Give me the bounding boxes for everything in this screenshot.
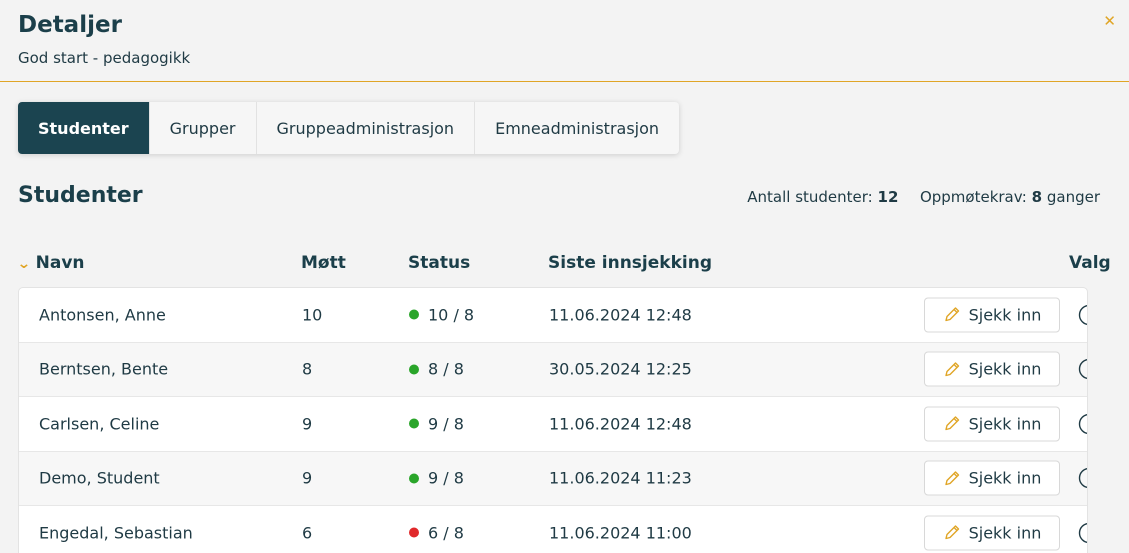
student-name: Berntsen, Bente bbox=[39, 359, 169, 379]
check-in-button[interactable]: Sjekk inn bbox=[924, 515, 1060, 551]
attended-count: 8 bbox=[302, 359, 313, 379]
column-name-label: Navn bbox=[35, 253, 85, 273]
check-in-label: Sjekk inn bbox=[968, 523, 1042, 543]
attended-count: 10 bbox=[302, 305, 323, 325]
status-cell: 6 / 8 bbox=[409, 523, 464, 542]
page-title: Detaljer bbox=[18, 12, 122, 38]
attended-count: 9 bbox=[302, 468, 313, 488]
check-in-label: Sjekk inn bbox=[968, 359, 1042, 379]
status-dot bbox=[409, 473, 419, 484]
tab-gruppeadministrasjon[interactable]: Gruppeadministrasjon bbox=[257, 102, 476, 154]
check-in-button[interactable]: Sjekk inn bbox=[924, 406, 1060, 442]
check-in-button[interactable]: Sjekk inn bbox=[924, 297, 1060, 333]
status-cell: 8 / 8 bbox=[409, 360, 464, 379]
attended-count: 6 bbox=[302, 523, 313, 543]
last-checkin: 11.06.2024 12:48 bbox=[549, 305, 692, 325]
table-row: Engedal, Sebastian 6 6 / 8 11.06.2024 11… bbox=[19, 506, 1087, 553]
info-icon[interactable] bbox=[1078, 413, 1088, 435]
student-name: Demo, Student bbox=[39, 468, 160, 488]
status-text: 6 / 8 bbox=[428, 523, 464, 543]
student-counts: Antall studenter: 12 Oppmøtekrav: 8 gang… bbox=[747, 188, 1100, 206]
requirement-value: 8 bbox=[1031, 188, 1043, 206]
requirement-label: Oppmøtekrav: bbox=[919, 188, 1027, 206]
status-text: 9 / 8 bbox=[428, 468, 464, 488]
check-in-label: Sjekk inn bbox=[968, 414, 1042, 434]
status-text: 10 / 8 bbox=[428, 305, 475, 325]
status-cell: 10 / 8 bbox=[409, 305, 474, 324]
info-icon[interactable] bbox=[1078, 467, 1088, 489]
pencil-icon bbox=[944, 362, 959, 376]
pencil-icon bbox=[944, 416, 959, 431]
tab-emneadministrasjon[interactable]: Emneadministrasjon bbox=[475, 102, 679, 154]
status-dot bbox=[409, 364, 419, 375]
table-row: Antonsen, Anne 10 10 / 8 11.06.2024 12:4… bbox=[19, 288, 1087, 343]
pencil-icon bbox=[944, 525, 959, 540]
section-title: Studenter bbox=[18, 183, 143, 208]
tab-studenter[interactable]: Studenter bbox=[18, 102, 150, 154]
status-dot bbox=[409, 527, 419, 538]
tab-bar: Studenter Grupper Gruppeadministrasjon E… bbox=[18, 102, 680, 154]
student-name: Engedal, Sebastian bbox=[39, 523, 193, 543]
check-in-label: Sjekk inn bbox=[968, 468, 1042, 488]
count-value: 12 bbox=[877, 188, 899, 206]
status-text: 9 / 8 bbox=[428, 414, 464, 434]
check-in-button[interactable]: Sjekk inn bbox=[924, 460, 1060, 496]
pencil-icon bbox=[944, 471, 959, 485]
info-icon[interactable] bbox=[1078, 304, 1088, 326]
status-text: 8 / 8 bbox=[428, 359, 464, 379]
chevron-down-icon: ⌄ bbox=[16, 256, 31, 272]
page-subtitle: God start - pedagogikk bbox=[18, 49, 191, 67]
check-in-label: Sjekk inn bbox=[968, 305, 1042, 325]
tab-grupper[interactable]: Grupper bbox=[150, 102, 257, 154]
requirement-unit: ganger bbox=[1046, 188, 1100, 206]
table-row: Berntsen, Bente 8 8 / 8 30.05.2024 12:25… bbox=[19, 342, 1088, 397]
check-in-button[interactable]: Sjekk inn bbox=[924, 351, 1060, 387]
last-checkin: 11.06.2024 12:48 bbox=[549, 414, 692, 434]
status-dot bbox=[409, 418, 419, 429]
student-table: Antonsen, Anne 10 10 / 8 11.06.2024 12:4… bbox=[18, 287, 1088, 553]
column-status: Status bbox=[408, 253, 471, 273]
status-cell: 9 / 8 bbox=[409, 469, 464, 488]
close-icon[interactable]: ✕ bbox=[1103, 14, 1116, 29]
count-label: Antall studenter: bbox=[747, 188, 873, 206]
last-checkin: 11.06.2024 11:23 bbox=[549, 468, 692, 488]
status-dot bbox=[409, 309, 419, 320]
details-header: Detaljer God start - pedagogikk ✕ bbox=[0, 0, 1129, 82]
sort-name-header[interactable]: ⌄ Navn bbox=[16, 253, 85, 273]
student-name: Antonsen, Anne bbox=[39, 305, 166, 325]
pencil-icon bbox=[944, 307, 959, 322]
table-row: Demo, Student 9 9 / 8 11.06.2024 11:23 S… bbox=[19, 451, 1088, 506]
status-cell: 9 / 8 bbox=[409, 414, 464, 433]
attended-count: 9 bbox=[302, 414, 313, 434]
column-mott: Møtt bbox=[301, 253, 346, 273]
student-name: Carlsen, Celine bbox=[39, 414, 160, 434]
last-checkin: 30.05.2024 12:25 bbox=[549, 359, 692, 379]
info-icon[interactable] bbox=[1078, 358, 1088, 380]
table-row: Carlsen, Celine 9 9 / 8 11.06.2024 12:48… bbox=[19, 397, 1087, 452]
column-valg: Valg bbox=[1069, 253, 1111, 273]
last-checkin: 11.06.2024 11:00 bbox=[549, 523, 692, 543]
info-icon[interactable] bbox=[1078, 522, 1088, 544]
table-header: ⌄ Navn Møtt Status Siste innsjekking Val… bbox=[0, 253, 1129, 279]
column-siste: Siste innsjekking bbox=[548, 253, 712, 273]
